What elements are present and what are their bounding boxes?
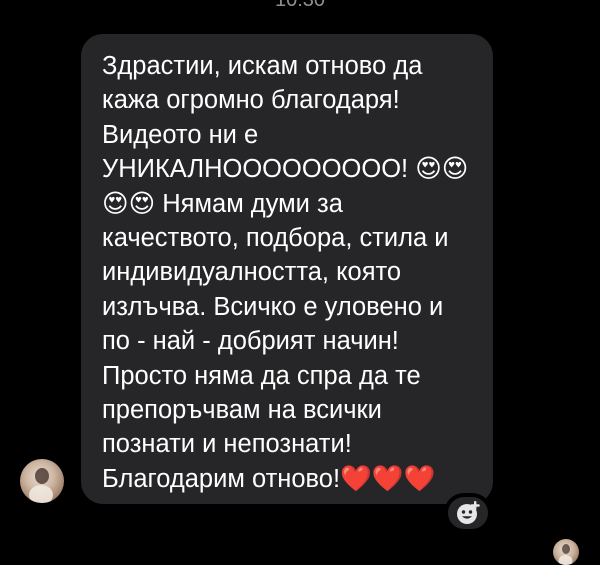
message-timestamp: 10:30 [274,0,326,11]
smiley-add-icon [457,501,480,524]
add-reaction-button[interactable] [444,493,492,533]
avatar-photo-small-icon [558,544,573,565]
seen-avatar [553,539,579,565]
sender-avatar[interactable] [20,459,64,503]
message-bubble[interactable]: Здрастии, искам отново да кажа огромно б… [81,34,493,504]
message-text: Здрастии, искам отново да кажа огромно б… [102,52,469,493]
avatar-photo-icon [29,468,53,503]
